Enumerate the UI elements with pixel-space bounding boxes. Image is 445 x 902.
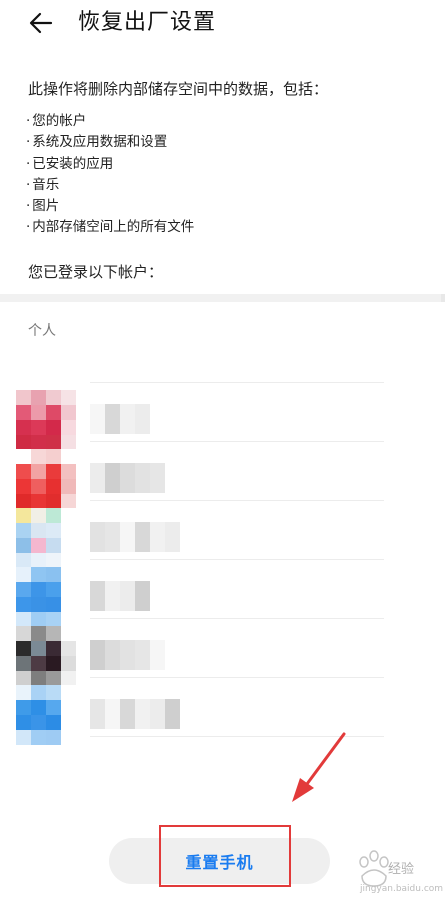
account-row[interactable]: [0, 683, 445, 745]
arrow-left-icon: [29, 12, 53, 34]
data-list-item: 已安装的应用: [26, 154, 194, 175]
account-divider: [90, 559, 384, 560]
annotation-highlight-box: [159, 825, 291, 887]
account-name-redacted: [90, 699, 210, 729]
account-name-redacted: [90, 463, 210, 493]
watermark-text: 经验: [388, 862, 415, 877]
account-name-redacted: [90, 522, 210, 552]
account-row[interactable]: [0, 624, 445, 686]
account-row[interactable]: [0, 388, 445, 450]
account-row[interactable]: [0, 565, 445, 627]
section-divider: [0, 294, 445, 302]
account-row[interactable]: [0, 447, 445, 509]
account-name-redacted: [90, 640, 210, 670]
account-row[interactable]: [0, 506, 445, 568]
account-divider: [90, 382, 384, 383]
app-header: 恢复出厂设置: [0, 0, 445, 46]
section-label-personal: 个人: [28, 323, 56, 339]
annotation-arrow-icon: [292, 732, 346, 802]
data-list-item: 系统及应用数据和设置: [26, 132, 194, 153]
account-divider: [90, 677, 384, 678]
data-list: 您的帐户 系统及应用数据和设置 已安装的应用 音乐 图片 内部存储空间上的所有文…: [26, 111, 194, 239]
account-avatar-icon: [16, 449, 76, 509]
intro-text: 此操作将删除内部储存空间中的数据，包括：: [28, 80, 329, 98]
account-avatar-icon: [16, 390, 76, 450]
page-title: 恢复出厂设置: [78, 10, 217, 35]
accounts-heading: 您已登录以下帐户：: [28, 263, 164, 281]
account-avatar-icon: [16, 508, 76, 568]
watermark-url: jingyan.baidu.com: [360, 884, 444, 894]
account-divider: [90, 500, 384, 501]
account-avatar-icon: [16, 685, 76, 745]
data-list-item: 您的帐户: [26, 111, 194, 132]
data-list-item: 内部存储空间上的所有文件: [26, 217, 194, 238]
account-divider: [90, 618, 384, 619]
account-name-redacted: [90, 404, 210, 434]
account-avatar-icon: [16, 567, 76, 627]
account-divider: [90, 441, 384, 442]
data-list-item: 图片: [26, 196, 194, 217]
back-button[interactable]: [24, 6, 58, 40]
account-avatar-icon: [16, 626, 76, 686]
data-list-item: 音乐: [26, 175, 194, 196]
account-name-redacted: [90, 581, 210, 611]
